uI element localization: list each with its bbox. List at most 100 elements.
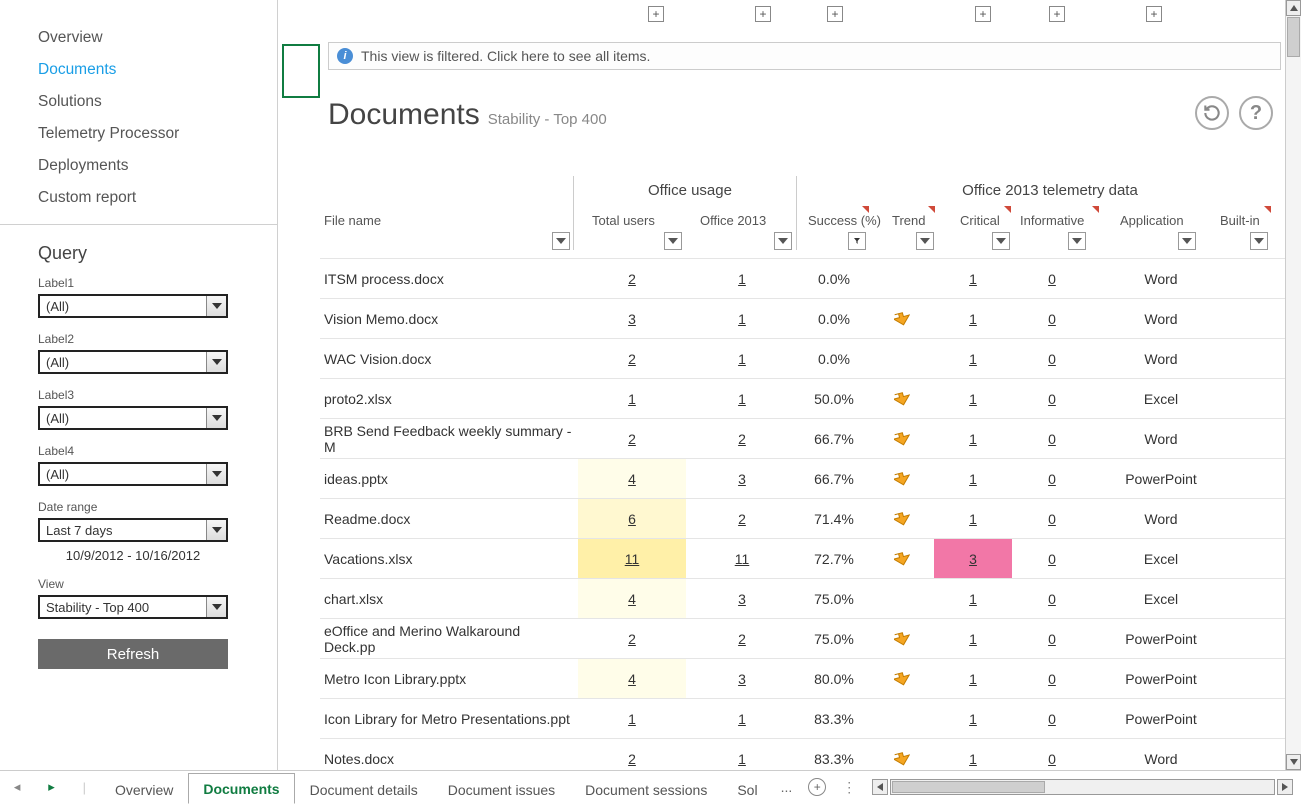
cell-office2013[interactable]: 3 [688, 659, 796, 699]
nav-item-deployments[interactable]: Deployments [38, 150, 277, 182]
col-filename[interactable]: File name [324, 198, 381, 242]
cell-critical[interactable]: 1 [934, 259, 1012, 299]
table-row[interactable]: WAC Vision.docx210.0%10Word [320, 338, 1291, 378]
table-row[interactable]: Vacations.xlsx111172.7%30Excel [320, 538, 1291, 578]
cell-informative[interactable]: 0 [1014, 579, 1090, 619]
cell-office2013[interactable]: 2 [688, 619, 796, 659]
cell-informative[interactable]: 0 [1014, 659, 1090, 699]
sheet-tab-document-details[interactable]: Document details [295, 774, 433, 804]
cell-totalusers[interactable]: 2 [578, 419, 686, 459]
sheet-tab-document-issues[interactable]: Document issues [433, 774, 570, 804]
table-row[interactable]: BRB Send Feedback weekly summary - M2266… [320, 418, 1291, 458]
cell-totalusers[interactable]: 11 [578, 539, 686, 579]
query-select-label1[interactable]: (All) [38, 294, 228, 318]
filter-application[interactable] [1178, 232, 1196, 250]
cell-critical[interactable]: 1 [934, 419, 1012, 459]
help-icon[interactable]: ? [1239, 96, 1273, 130]
hscroll-thumb[interactable] [892, 781, 1045, 793]
cell-informative[interactable]: 0 [1014, 499, 1090, 539]
table-row[interactable]: ITSM process.docx210.0%10Word [320, 258, 1291, 298]
query-select-daterange[interactable]: Last 7 days [38, 518, 228, 542]
table-row[interactable]: Metro Icon Library.pptx4380.0%10PowerPoi… [320, 658, 1291, 698]
sheet-tab-document-sessions[interactable]: Document sessions [570, 774, 722, 804]
cell-informative[interactable]: 0 [1014, 259, 1090, 299]
vertical-scrollbar[interactable] [1285, 0, 1301, 770]
table-row[interactable]: eOffice and Merino Walkaround Deck.pp227… [320, 618, 1291, 658]
cell-office2013[interactable]: 1 [688, 299, 796, 339]
scroll-up-button[interactable] [1286, 0, 1301, 16]
cell-office2013[interactable]: 11 [688, 539, 796, 579]
sheet-prev[interactable]: ▸ [44, 779, 59, 795]
table-row[interactable]: ideas.pptx4366.7%10PowerPoint [320, 458, 1291, 498]
cell-informative[interactable]: 0 [1014, 379, 1090, 419]
cell-office2013[interactable]: 1 [688, 259, 796, 299]
sheet-first[interactable]: ◂ [10, 779, 25, 795]
cell-informative[interactable]: 0 [1014, 539, 1090, 579]
cell-critical[interactable]: 1 [934, 499, 1012, 539]
cell-critical[interactable]: 1 [934, 659, 1012, 699]
cell-critical[interactable]: 1 [934, 379, 1012, 419]
scroll-right-button[interactable] [1277, 779, 1293, 795]
nav-item-custom-report[interactable]: Custom report [38, 182, 277, 214]
filter-trend[interactable] [916, 232, 934, 250]
nav-item-documents[interactable]: Documents [38, 54, 277, 86]
cell-office2013[interactable]: 2 [688, 419, 796, 459]
cell-informative[interactable]: 0 [1014, 619, 1090, 659]
col-office2013[interactable]: Office 2013 [700, 198, 766, 242]
cell-informative[interactable]: 0 [1014, 299, 1090, 339]
nav-item-overview[interactable]: Overview [38, 22, 277, 54]
cell-informative[interactable]: 0 [1014, 339, 1090, 379]
query-select-label2[interactable]: (All) [38, 350, 228, 374]
cell-totalusers[interactable]: 4 [578, 659, 686, 699]
cell-totalusers[interactable]: 6 [578, 499, 686, 539]
cell-office2013[interactable]: 1 [688, 339, 796, 379]
col-totalusers[interactable]: Total users [592, 198, 655, 242]
cell-informative[interactable]: 0 [1014, 419, 1090, 459]
sheet-tab-documents[interactable]: Documents [188, 773, 294, 804]
sheet-drag-handle[interactable]: ⋮ [834, 771, 864, 803]
table-row[interactable]: Vision Memo.docx310.0%10Word [320, 298, 1291, 338]
filter-office2013[interactable] [774, 232, 792, 250]
cell-office2013[interactable]: 2 [688, 499, 796, 539]
table-row[interactable]: Icon Library for Metro Presentations.ppt… [320, 698, 1291, 738]
query-select-label3[interactable]: (All) [38, 406, 228, 430]
cell-totalusers[interactable]: 4 [578, 579, 686, 619]
filter-totalusers[interactable] [664, 232, 682, 250]
cell-critical[interactable]: 1 [934, 699, 1012, 739]
sheet-tab-sol[interactable]: Sol [722, 774, 772, 804]
filter-banner[interactable]: i This view is filtered. Click here to s… [328, 42, 1281, 70]
filter-informative[interactable] [1068, 232, 1086, 250]
cell-totalusers[interactable]: 1 [578, 379, 686, 419]
scroll-track[interactable] [1286, 17, 1301, 753]
cell-office2013[interactable]: 3 [688, 579, 796, 619]
cell-office2013[interactable]: 3 [688, 459, 796, 499]
query-select-view[interactable]: Stability - Top 400 [38, 595, 228, 619]
nav-item-telemetry-processor[interactable]: Telemetry Processor [38, 118, 277, 150]
filter-filename[interactable] [552, 232, 570, 250]
cell-critical[interactable]: 1 [934, 459, 1012, 499]
col-success[interactable]: Success (%) [808, 198, 881, 242]
filter-success-active[interactable] [848, 232, 866, 250]
cell-office2013[interactable]: 1 [688, 379, 796, 419]
sheet-add[interactable]: + [800, 771, 834, 803]
cell-critical[interactable]: 1 [934, 339, 1012, 379]
sheet-overflow[interactable]: ... [773, 771, 801, 803]
cell-totalusers[interactable]: 1 [578, 699, 686, 739]
cell-critical[interactable]: 3 [934, 539, 1012, 579]
cell-critical[interactable]: 1 [934, 299, 1012, 339]
horizontal-scrollbar[interactable] [864, 771, 1301, 803]
scroll-down-button[interactable] [1286, 754, 1301, 770]
cell-totalusers[interactable]: 4 [578, 459, 686, 499]
cell-totalusers[interactable]: 2 [578, 619, 686, 659]
query-select-label4[interactable]: (All) [38, 462, 228, 486]
table-row[interactable]: Readme.docx6271.4%10Word [320, 498, 1291, 538]
table-row[interactable]: chart.xlsx4375.0%10Excel [320, 578, 1291, 618]
nav-item-solutions[interactable]: Solutions [38, 86, 277, 118]
cell-critical[interactable]: 1 [934, 619, 1012, 659]
refresh-icon[interactable] [1195, 96, 1229, 130]
scroll-thumb[interactable] [1287, 17, 1300, 57]
hscroll-track[interactable] [890, 779, 1275, 795]
cell-totalusers[interactable]: 2 [578, 339, 686, 379]
refresh-button[interactable]: Refresh [38, 639, 228, 669]
cell-informative[interactable]: 0 [1014, 699, 1090, 739]
